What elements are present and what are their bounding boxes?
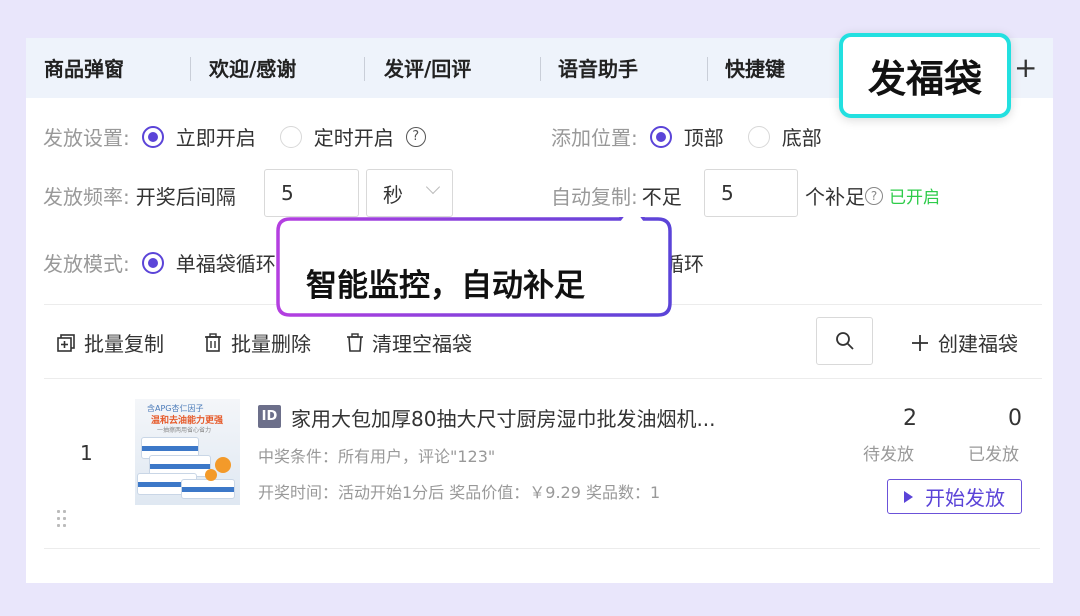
start-send-label: 开始发放 [925,486,1005,510]
send-mode-label: 发放模式: [43,252,130,276]
create-bag-label: 创建福袋 [938,332,1018,356]
item-index: 1 [80,441,93,465]
id-badge: ID [258,405,281,428]
callout-bubble: 智能监控，自动补足 [276,217,672,317]
sent-count: 0 [1008,406,1022,431]
thumb-text: 一抽擦两用省心省力 [157,427,212,434]
batch-copy-button[interactable]: 批量复制 [56,328,164,357]
send-mode-row: 发放模式: 单福袋循环 [43,248,276,277]
send-setting-label: 发放设置: [43,126,130,150]
search-button[interactable] [816,317,873,365]
tab-review-reply[interactable]: 发评/回评 [384,38,471,98]
item-draw-info: 开奖时间：活动开始1分后 奖品价值：￥9.29 奖品数：1 [258,483,661,502]
radio-single-loop[interactable] [141,251,164,274]
auto-copy-suffix: 个补足 [805,185,865,209]
interval-unit-value: 秒 [383,182,403,207]
plus-icon [912,334,928,351]
list-bottom-divider [44,548,1040,549]
pending-label: 待发放 [863,445,914,465]
sent-label: 已发放 [968,445,1019,465]
interval-input[interactable]: 5 [264,169,359,217]
orange-decoration [215,457,231,473]
radio-scheduled-label: 定时开启 [313,126,394,150]
add-position-row: 添加位置: 顶部 底部 [551,122,822,151]
batch-copy-label: 批量复制 [84,332,164,356]
auto-copy-input[interactable]: 5 [704,169,798,217]
start-send-button[interactable]: 开始发放 [887,479,1022,514]
orange-decoration [205,469,217,481]
add-position-label: 添加位置: [551,126,638,150]
radio-top-label: 顶部 [683,126,724,150]
send-setting-row: 发放设置: 立即开启 定时开启 ? [43,122,426,151]
tab-shortcuts[interactable]: 快捷键 [725,38,785,98]
tab-divider [364,57,365,81]
pending-count: 2 [903,406,917,431]
create-bag-button[interactable]: 创建福袋 [910,328,1018,357]
radio-bottom-label: 底部 [781,126,822,150]
tab-lucky-bag[interactable]: 发福袋 [839,33,1011,118]
auto-copy-label: 自动复制: [551,185,638,209]
radio-bottom[interactable] [747,125,770,148]
auto-copy-suffix-row: 个补足 ? 已开启 [805,181,940,210]
auto-copy-prefix: 不足 [641,185,682,209]
drag-handle-icon[interactable] [57,510,67,532]
batch-delete-label: 批量删除 [231,332,311,356]
clear-empty-label: 清理空福袋 [372,332,472,356]
tab-welcome-thanks[interactable]: 欢迎/感谢 [209,38,296,98]
add-tab-icon[interactable]: + [1014,50,1037,86]
tab-product-popup[interactable]: 商品弹窗 [44,38,124,98]
callout-text: 智能监控，自动补足 [306,268,585,304]
radio-top[interactable] [649,125,672,148]
send-frequency-label: 发放频率: [43,185,130,209]
clear-empty-button[interactable]: 清理空福袋 [346,328,472,357]
play-icon [904,490,913,503]
help-icon[interactable]: ? [865,186,883,205]
tab-divider [540,57,541,81]
tab-voice-assistant[interactable]: 语音助手 [558,38,638,98]
tab-divider [707,57,708,81]
product-thumbnail: 含APG杏仁因子 温和去油能力更强 一抽擦两用省心省力 [135,399,240,505]
item-condition: 中奖条件：所有用户，评论"123" [258,447,496,466]
auto-copy-status: 已开启 [889,188,940,208]
interval-prefix: 开奖后间隔 [135,185,236,209]
trash-icon [205,332,221,352]
search-icon [835,332,854,350]
help-icon[interactable]: ? [405,126,426,147]
bin-icon [347,332,363,352]
batch-delete-button[interactable]: 批量删除 [203,328,311,357]
item-title[interactable]: 家用大包加厚80抽大尺寸厨房湿巾批发油烟机... [291,403,716,432]
radio-immediate-label: 立即开启 [175,126,256,150]
radio-immediate[interactable] [141,125,164,148]
package-shape [181,479,235,499]
radio-single-loop-label: 单福袋循环 [175,252,276,276]
auto-copy-row: 自动复制: 不足 [551,181,682,210]
interval-unit-select[interactable]: 秒 [366,169,453,217]
send-frequency-row: 发放频率: 开奖后间隔 [43,181,236,210]
radio-scheduled[interactable] [279,125,302,148]
tab-divider [190,57,191,81]
copy-icon [57,333,75,352]
chevron-down-icon [425,179,441,195]
list-divider [44,378,1042,379]
